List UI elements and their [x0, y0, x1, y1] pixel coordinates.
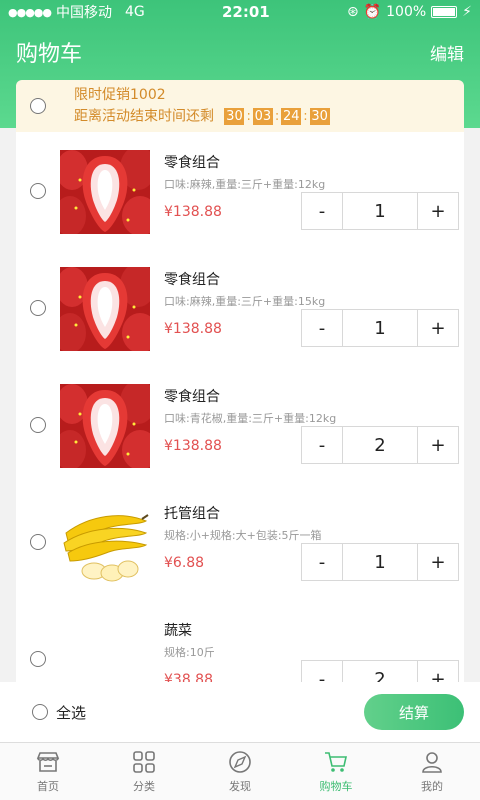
network-label: 4G: [125, 4, 145, 20]
product-name[interactable]: 零食组合: [164, 269, 325, 289]
quantity-value[interactable]: 2: [342, 661, 418, 682]
product-name[interactable]: 零食组合: [164, 152, 325, 172]
signal-icon: ●●●●●: [8, 5, 52, 19]
increase-button[interactable]: +: [418, 427, 458, 463]
quantity-value[interactable]: 1: [342, 310, 418, 346]
store-icon: [36, 752, 60, 772]
product-spec: 口味:青花椒,重量:三斤+重量:12kg: [164, 412, 337, 425]
decrease-button[interactable]: -: [302, 661, 342, 682]
promo-banner: 限时促销1002 距离活动结束时间还剩 30 : 03 : 24 : 30: [16, 80, 464, 132]
charging-icon: ⚡: [462, 4, 472, 20]
product-spec: 规格:小+规格:大+包装:5斤一箱: [164, 529, 322, 542]
item-select-radio[interactable]: [30, 183, 46, 199]
checkout-bar: 全选 结算: [0, 682, 480, 742]
product-image-banana[interactable]: [60, 501, 150, 585]
product-price: ¥38.88: [164, 672, 213, 682]
item-select-radio[interactable]: [30, 534, 46, 550]
cart-item: 蔬菜 规格:10斤 ¥38.88 - 2 +: [16, 600, 464, 682]
product-spec: 口味:麻辣,重量:三斤+重量:15kg: [164, 295, 326, 308]
promo-select-radio[interactable]: [30, 98, 46, 114]
quantity-value[interactable]: 1: [342, 544, 418, 580]
tab-category[interactable]: 分类: [96, 743, 192, 800]
select-all-label[interactable]: 全选: [56, 702, 86, 723]
edit-button[interactable]: 编辑: [430, 40, 464, 65]
status-bar: ●●●●● 中国移动 4G 22:01 ⊛ ⏰ 100% ⚡: [0, 0, 480, 24]
battery-percent: 100%: [386, 4, 427, 20]
cart-item: 零食组合 口味:青花椒,重量:三斤+重量:12kg ¥138.88 - 2 +: [16, 366, 464, 483]
product-image-strawberry[interactable]: [60, 384, 150, 468]
product-image-strawberry[interactable]: [60, 267, 150, 351]
increase-button[interactable]: +: [418, 661, 458, 682]
compass-icon: [229, 751, 251, 773]
user-icon: [422, 752, 442, 773]
carrier-label: 中国移动: [56, 5, 112, 21]
quantity-stepper: - 1 +: [301, 309, 459, 347]
tab-cart[interactable]: 购物车: [288, 743, 384, 800]
checkout-button[interactable]: 结算: [364, 694, 464, 730]
quantity-stepper: - 2 +: [301, 426, 459, 464]
rotation-lock-icon: ⊛: [346, 4, 359, 20]
decrease-button[interactable]: -: [302, 427, 342, 463]
countdown-timer: 30 : 03 : 24 : 30: [224, 107, 330, 125]
countdown-segment: 03: [252, 107, 273, 125]
tab-discover[interactable]: 发现: [192, 743, 288, 800]
product-image-strawberry[interactable]: [60, 150, 150, 234]
tab-label: 购物车: [319, 780, 353, 793]
item-select-radio[interactable]: [30, 300, 46, 316]
product-price: ¥6.88: [164, 555, 205, 571]
quantity-stepper: - 2 +: [301, 660, 459, 682]
quantity-stepper: - 1 +: [301, 543, 459, 581]
select-all-radio[interactable]: [32, 704, 48, 720]
countdown-segment: 24: [281, 107, 302, 125]
countdown-segment: 30: [309, 107, 330, 125]
battery-icon: [431, 6, 458, 18]
item-select-radio[interactable]: [30, 417, 46, 433]
countdown-segment: 30: [224, 107, 245, 125]
product-name[interactable]: 蔬菜: [164, 620, 215, 640]
product-spec: 规格:10斤: [164, 646, 215, 659]
decrease-button[interactable]: -: [302, 310, 342, 346]
cart-icon: [325, 752, 347, 772]
increase-button[interactable]: +: [418, 193, 458, 229]
countdown-label: 距离活动结束时间还剩: [74, 108, 214, 125]
tab-label: 首页: [37, 780, 59, 793]
product-spec: 口味:麻辣,重量:三斤+重量:12kg: [164, 178, 326, 191]
decrease-button[interactable]: -: [302, 544, 342, 580]
quantity-stepper: - 1 +: [301, 192, 459, 230]
clock: 22:01: [221, 3, 270, 21]
item-select-radio[interactable]: [30, 651, 46, 667]
cart-item: 零食组合 口味:麻辣,重量:三斤+重量:15kg ¥138.88 - 1 +: [16, 249, 464, 366]
cart-item: 托管组合 规格:小+规格:大+包装:5斤一箱 ¥6.88 - 1 +: [16, 483, 464, 600]
product-name[interactable]: 托管组合: [164, 503, 322, 523]
decrease-button[interactable]: -: [302, 193, 342, 229]
increase-button[interactable]: +: [418, 544, 458, 580]
alarm-icon: ⏰: [363, 4, 382, 20]
grid-icon: [133, 751, 155, 773]
quantity-value[interactable]: 2: [342, 427, 418, 463]
cart-list: 零食组合 口味:麻辣,重量:三斤+重量:12kg ¥138.88 - 1 + 零…: [16, 132, 464, 682]
tab-home[interactable]: 首页: [0, 743, 96, 800]
tab-label: 发现: [229, 780, 251, 793]
page-title: 购物车: [16, 42, 83, 67]
quantity-value[interactable]: 1: [342, 193, 418, 229]
increase-button[interactable]: +: [418, 310, 458, 346]
tab-label: 分类: [133, 780, 155, 793]
tab-bar: 首页 分类 发现 购物车 我的: [0, 742, 480, 800]
tab-label: 我的: [421, 780, 443, 793]
nav-bar: 购物车 编辑: [0, 24, 480, 80]
product-name[interactable]: 零食组合: [164, 386, 336, 406]
tab-mine[interactable]: 我的: [384, 743, 480, 800]
cart-item: 零食组合 口味:麻辣,重量:三斤+重量:12kg ¥138.88 - 1 +: [16, 132, 464, 249]
promo-title: 限时促销1002: [74, 86, 166, 103]
